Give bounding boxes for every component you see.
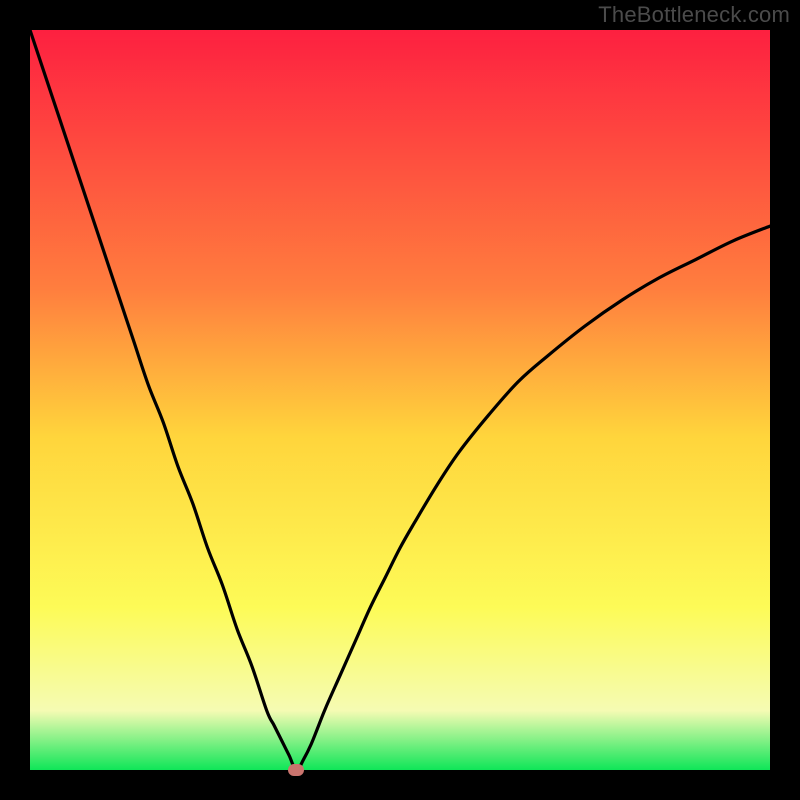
chart-container: TheBottleneck.com — [0, 0, 800, 800]
attribution-text: TheBottleneck.com — [598, 2, 790, 28]
gradient-background — [30, 30, 770, 770]
minimum-marker — [288, 764, 304, 776]
plot-area — [30, 30, 770, 770]
chart-svg — [30, 30, 770, 770]
